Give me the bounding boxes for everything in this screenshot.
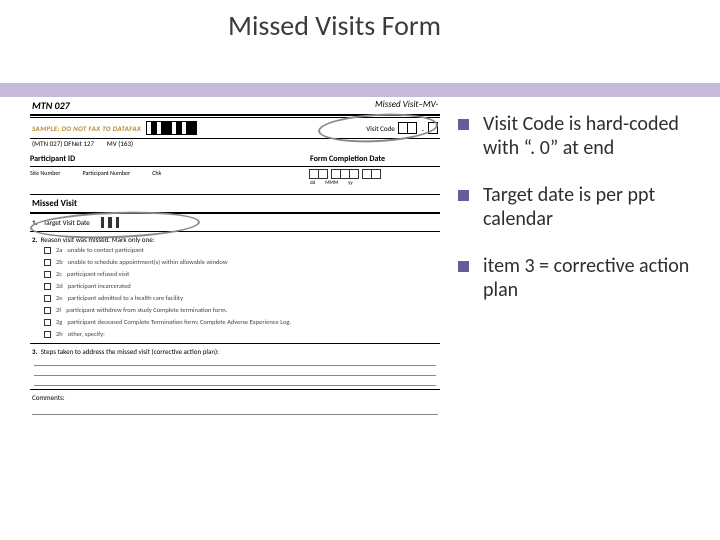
bullet-item: Visit Code is hard-coded with “. 0” at e… <box>458 113 700 160</box>
checkbox-icon <box>44 259 51 266</box>
q2: 2. Reason visit was missed. Mark only on… <box>30 231 440 343</box>
reason-row: 2f participant withdrew from study Comple… <box>32 304 438 316</box>
q1-date <box>102 218 119 227</box>
pid-left: Participant ID Site Number Participant N… <box>30 154 310 186</box>
reason-row: 2e participant admitted to a health care … <box>32 292 438 304</box>
visit-code-label: Visit Code <box>366 124 394 133</box>
dfver: (MTN 027) DFNet 127 <box>32 139 94 148</box>
reason-text: participant refused visit <box>67 270 129 278</box>
reason-row: 2d participant incarcerated <box>32 280 438 292</box>
reason-code: 2g <box>56 318 62 326</box>
checkbox-icon <box>44 271 51 278</box>
study-id: MTN 027 <box>32 99 70 112</box>
fcd-header: Form Completion Date <box>310 154 440 167</box>
pid-sub2: Participant Number <box>82 169 130 177</box>
bullet-square-icon <box>458 261 469 272</box>
q3-text: Steps taken to address the missed visit … <box>41 347 219 356</box>
bullet-square-icon <box>458 190 469 201</box>
divider-band <box>0 83 720 97</box>
reason-text: participant deceased Complete Terminatio… <box>67 318 291 326</box>
reason-row: 2h other, specify: <box>32 328 438 340</box>
bullet-item: Target date is per ppt calendar <box>458 184 700 231</box>
form-image: MTN 027 Missed Visit–MV· SAMPLE: DO NOT … <box>30 97 440 415</box>
reason-row: 2g participant deceased Complete Terminat… <box>32 316 438 328</box>
fcd-sub: dd MMM yy <box>310 180 440 186</box>
reason-text: participant admitted to a health care fa… <box>68 294 184 302</box>
bullet-text: item 3 = corrective action plan <box>483 255 700 302</box>
pid-sub3: Chk <box>152 169 161 177</box>
content-area: MTN 027 Missed Visit–MV· SAMPLE: DO NOT … <box>0 97 720 415</box>
reason-code: 2h <box>56 330 63 338</box>
pid-header: Participant ID <box>30 154 310 167</box>
reason-code: 2a <box>56 246 62 254</box>
checkbox-icon <box>44 247 51 254</box>
reasons-list: 2a unable to contact participant 2b unable … <box>32 244 438 340</box>
slide-title: Missed Visits Form <box>228 8 441 43</box>
bullets-list: Visit Code is hard-coded with “. 0” at e… <box>458 113 700 303</box>
slide-title-row: Missed Visits Form <box>0 0 720 57</box>
reason-code: 2f <box>56 306 61 314</box>
reason-text: participant withdrew from study Complete… <box>66 306 227 314</box>
reason-text: unable to contact participant <box>67 246 143 254</box>
write-line <box>34 376 436 386</box>
barcode-row: SAMPLE: DO NOT FAX TO DATAFAX Visit Code… <box>30 118 440 139</box>
reason-text: unable to schedule appointment(s) within… <box>68 258 228 266</box>
sample-warning: SAMPLE: DO NOT FAX TO DATAFAX <box>32 124 141 133</box>
pid-sub: Site Number Participant Number Chk <box>30 169 310 177</box>
form-header: MTN 027 Missed Visit–MV· <box>30 99 440 116</box>
visit-code-group: Visit Code . <box>366 122 438 134</box>
checkbox-icon <box>44 283 51 290</box>
visit-code-dot: . <box>422 123 424 134</box>
dfver-row: (MTN 027) DFNet 127 MV (163) <box>30 139 440 150</box>
dfmv: MV (163) <box>107 139 133 148</box>
reason-text: other, specify: <box>68 330 105 338</box>
reason-code: 2b <box>56 258 63 266</box>
reason-row: 2a unable to contact participant <box>32 244 438 256</box>
checkbox-icon <box>44 295 51 302</box>
q2-text: Reason visit was missed. Mark only one: <box>41 235 155 244</box>
barcode <box>147 121 197 135</box>
checkbox-icon <box>44 307 51 314</box>
q1-text: Target Visit Date <box>43 218 89 227</box>
visit-code-box-last <box>428 122 438 134</box>
reason-code: 2d <box>56 282 63 290</box>
bullet-text: Target date is per ppt calendar <box>483 184 700 231</box>
bullet-text: Visit Code is hard-coded with “. 0” at e… <box>483 113 700 160</box>
reason-code: 2e <box>56 294 63 302</box>
q1-row: 1. Target Visit Date <box>30 214 440 231</box>
pid-row: Participant ID Site Number Participant N… <box>30 150 440 190</box>
write-line <box>32 405 438 415</box>
visit-code-boxes <box>399 122 417 134</box>
fcd-boxes <box>310 169 440 179</box>
q3: 3. Steps taken to address the missed vis… <box>30 343 440 389</box>
q3-num: 3. <box>32 347 37 356</box>
q1-num: 1. <box>32 218 37 227</box>
form-header-right: Missed Visit–MV· <box>375 99 438 112</box>
pid-sub1: Site Number <box>30 169 60 177</box>
reason-row: 2b unable to schedule appointment(s) with… <box>32 256 438 268</box>
fcd-right: Form Completion Date dd MMM yy <box>310 154 440 186</box>
reason-row: 2c participant refused visit <box>32 268 438 280</box>
q2-num: 2. <box>32 235 37 244</box>
checkbox-icon <box>44 319 51 326</box>
write-line <box>34 356 436 366</box>
bullet-item: item 3 = corrective action plan <box>458 255 700 302</box>
checkbox-icon <box>44 331 51 338</box>
missed-visit-header: Missed Visit <box>30 194 440 214</box>
comments-label: Comments: <box>30 389 440 405</box>
form-column: MTN 027 Missed Visit–MV· SAMPLE: DO NOT … <box>0 97 440 415</box>
reason-code: 2c <box>56 270 62 278</box>
bullet-square-icon <box>458 119 469 130</box>
bullets-column: Visit Code is hard-coded with “. 0” at e… <box>440 97 720 415</box>
reason-text: participant incarcerated <box>68 282 131 290</box>
write-line <box>34 366 436 376</box>
